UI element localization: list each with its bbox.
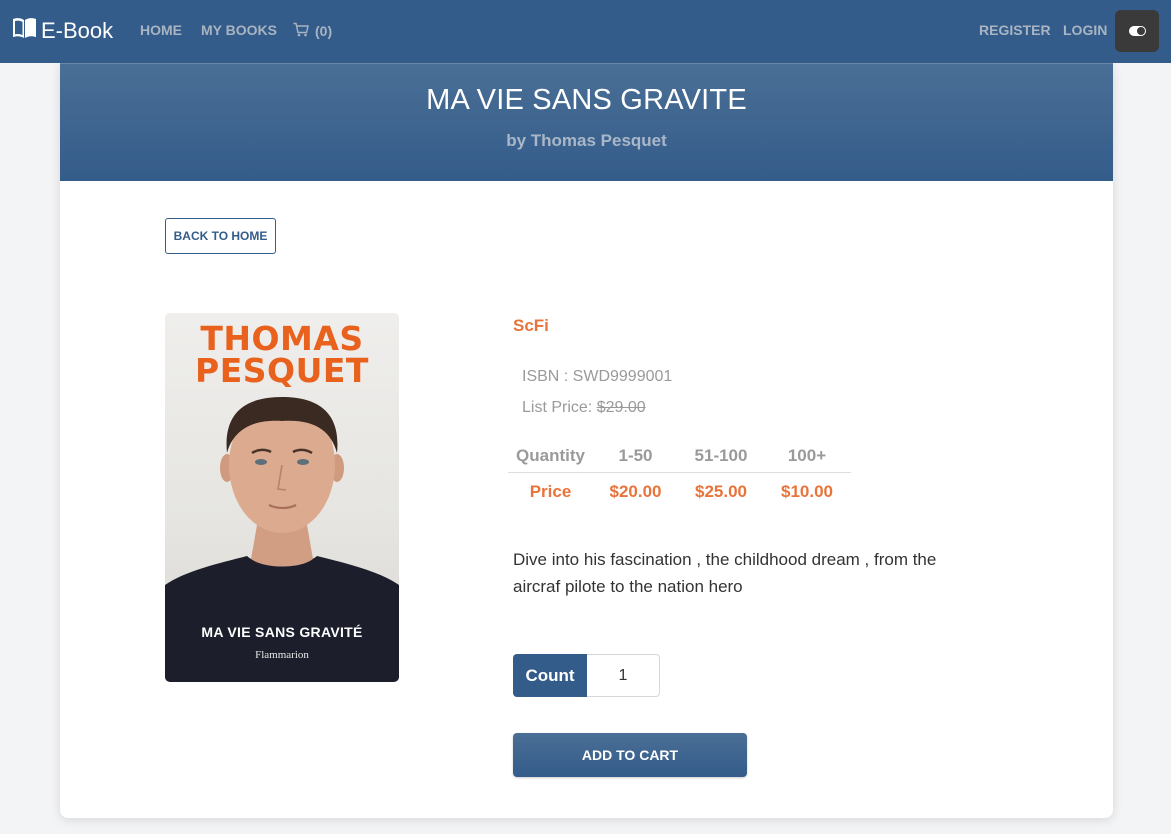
nav-register-link[interactable]: REGISTER: [979, 22, 1051, 38]
nav-my-books-link[interactable]: MY BOOKS: [201, 22, 277, 38]
list-price-value: $29.00: [596, 399, 646, 416]
back-to-home-button[interactable]: BACK TO HOME: [165, 218, 276, 254]
price-table-header-row: Quantity 1-50 51-100 100+: [508, 437, 851, 473]
toggle-icon: [1128, 26, 1146, 36]
nav-home-link[interactable]: HOME: [140, 22, 182, 38]
cart-count: (0): [315, 23, 333, 39]
cover-publisher-text: Flammarion: [255, 649, 309, 661]
book-icon: [12, 17, 37, 45]
theme-toggle-button[interactable]: [1115, 10, 1159, 52]
table-header-cell: 1-50: [618, 446, 653, 465]
count-input[interactable]: [587, 654, 660, 697]
table-cell: Price: [529, 482, 572, 501]
cart-icon: [293, 22, 309, 40]
count-input-group: Count: [513, 654, 660, 697]
price-table-price-row: Price $20.00 $25.00 $10.00: [508, 473, 851, 510]
price-table: Quantity 1-50 51-100 100+ Price $20.00 $…: [508, 437, 851, 510]
table-header-cell: 100+: [787, 446, 827, 465]
count-label: Count: [513, 654, 587, 697]
list-price-label: List Price:: [522, 399, 597, 416]
table-header-cell: Quantity: [516, 446, 585, 465]
nav-login-link[interactable]: LOGIN: [1063, 22, 1107, 38]
book-isbn: ISBN : SWD9999001: [522, 368, 673, 385]
add-to-cart-button[interactable]: ADD TO CART: [513, 733, 747, 777]
book-cover-image: THOMAS PESQUET MA VIE SANS GRAVITÉ Flamm…: [165, 313, 399, 682]
table-header-cell: 51-100: [694, 446, 748, 465]
brand-label: E-Book: [41, 18, 114, 43]
nav-cart-link[interactable]: (0): [293, 22, 332, 40]
brand-link[interactable]: E-Book: [12, 17, 113, 45]
book-title: MA VIE SANS GRAVITE: [426, 84, 747, 116]
table-cell: $10.00: [781, 482, 833, 501]
book-details-card: MA VIE SANS GRAVITE by Thomas Pesquet BA…: [60, 63, 1113, 818]
book-list-price: List Price: $29.00: [522, 399, 646, 417]
cover-title-text: MA VIE SANS GRAVITÉ: [201, 624, 363, 640]
book-author: by Thomas Pesquet: [506, 131, 667, 150]
book-description: Dive into his fascination , the childhoo…: [513, 550, 937, 596]
cover-author-text: THOMAS PESQUET: [195, 319, 369, 390]
table-cell: $20.00: [609, 482, 662, 501]
top-navbar: E-Book HOME MY BOOKS (0) REGISTER LOGIN: [0, 0, 1171, 63]
book-category: ScFi: [513, 316, 549, 335]
table-cell: $25.00: [695, 482, 747, 501]
card-header: MA VIE SANS GRAVITE by Thomas Pesquet: [60, 63, 1113, 181]
